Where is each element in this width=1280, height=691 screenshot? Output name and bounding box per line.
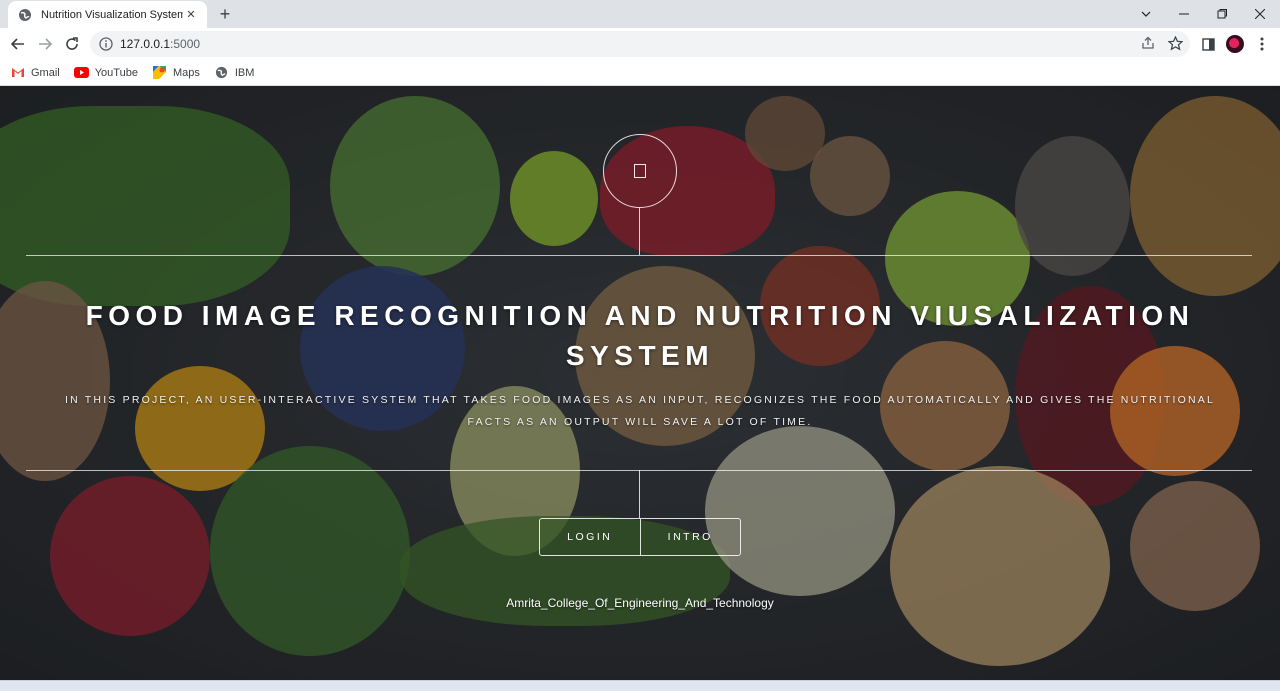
info-icon[interactable] [99, 37, 113, 51]
maximize-button[interactable] [1203, 0, 1241, 28]
gmail-icon [10, 67, 25, 79]
page-description: IN THIS PROJECT, AN USER-INTERACTIVE SYS… [64, 394, 1216, 428]
close-icon[interactable]: ✕ [183, 7, 199, 23]
bookmark-label: YouTube [94, 66, 138, 79]
browser-tab[interactable]: Nutrition Visualization System ✕ [8, 1, 207, 28]
footer-text: Amrita_College_Of_Engineering_And_Techno… [506, 596, 774, 610]
bookmark-youtube[interactable]: YouTube [73, 66, 138, 79]
bookmark-label: Maps [172, 66, 200, 79]
reload-button[interactable] [60, 32, 84, 56]
minimize-button[interactable] [1165, 0, 1203, 28]
url-host: 127.0.0.1 [120, 37, 171, 51]
bookmark-label: Gmail [31, 66, 60, 79]
page-title: FOOD IMAGE RECOGNITION AND NUTRITION VIU… [85, 300, 1195, 371]
address-bar[interactable]: 127.0.0.1:5000 [90, 31, 1190, 57]
nav-buttons: LOGIN INTRO [539, 518, 741, 556]
login-button[interactable]: LOGIN [540, 519, 640, 555]
intro-button[interactable]: INTRO [639, 519, 741, 555]
bookmark-label: IBM [234, 66, 255, 79]
chevron-down-icon[interactable] [1127, 0, 1165, 28]
new-tab-button[interactable]: + [214, 4, 236, 24]
bookmark-ibm[interactable]: IBM [214, 66, 255, 79]
forward-button[interactable] [33, 32, 57, 56]
youtube-icon [73, 67, 89, 79]
logo-icon [634, 164, 646, 178]
globe-icon [18, 8, 32, 22]
globe-icon [214, 66, 229, 79]
divider-line [639, 470, 640, 518]
bookmark-maps[interactable]: Maps [152, 66, 200, 79]
close-window-button[interactable] [1241, 0, 1279, 28]
avatar [1226, 35, 1244, 53]
divider-line [639, 208, 640, 255]
taskbar [0, 680, 1280, 691]
profile-avatar[interactable] [1223, 32, 1247, 56]
logo-circle [603, 134, 677, 208]
browser-toolbar: 127.0.0.1:5000 [0, 28, 1280, 60]
hero-section: FOOD IMAGE RECOGNITION AND NUTRITION VIU… [0, 86, 1280, 680]
side-panel-icon[interactable] [1196, 32, 1220, 56]
divider-line [26, 255, 1252, 256]
maps-icon [152, 66, 167, 79]
back-button[interactable] [6, 32, 30, 56]
bookmark-gmail[interactable]: Gmail [10, 67, 60, 79]
bookmarks-bar: Gmail YouTube Maps IBM [0, 60, 1280, 86]
star-icon[interactable] [1164, 32, 1186, 54]
tab-strip: Nutrition Visualization System ✕ + [0, 0, 1280, 28]
share-icon[interactable] [1137, 32, 1159, 54]
url-port: :5000 [170, 37, 201, 51]
tab-title: Nutrition Visualization System [41, 8, 183, 21]
url-text: 127.0.0.1:5000 [120, 37, 200, 51]
kebab-menu-icon[interactable] [1250, 32, 1274, 56]
